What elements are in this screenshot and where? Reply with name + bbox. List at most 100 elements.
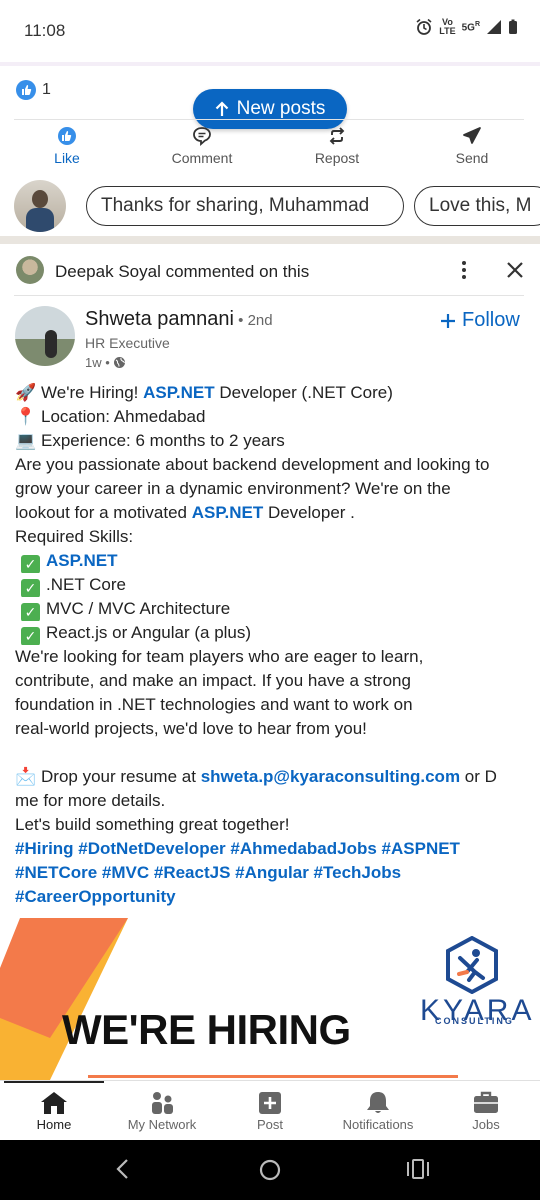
- send-label: Send: [455, 150, 489, 166]
- post-line: We're looking for team players who are e…: [15, 647, 424, 666]
- skill-line: ✓ .NET Core: [15, 573, 535, 597]
- briefcase-icon: [474, 1091, 498, 1113]
- nav-network-label: My Network: [127, 1117, 197, 1132]
- post-line: real-world projects, we'd love to hear f…: [15, 719, 367, 738]
- rocket-icon: 🚀: [15, 383, 37, 403]
- hashtag-link[interactable]: ASP.NET: [143, 383, 215, 402]
- nav-jobs[interactable]: Jobs: [432, 1091, 540, 1132]
- banner-accent-bar: [88, 1075, 458, 1078]
- home-circle-icon[interactable]: [258, 1158, 282, 1182]
- post-line: grow your career in a dynamic environmen…: [15, 479, 451, 498]
- post-author: Shweta pamnani • 2nd HR Executive 1w • F…: [0, 306, 540, 372]
- post-time: 1w •: [85, 355, 126, 370]
- envelope-icon: 📩: [15, 767, 37, 787]
- reactions-summary[interactable]: 1: [16, 80, 51, 100]
- brand-subtitle: CONSULTING: [435, 1016, 514, 1026]
- home-icon: [41, 1092, 67, 1114]
- post-image[interactable]: WE'RE HIRING KYARA CONSULTING: [0, 918, 540, 1080]
- activity-text[interactable]: Deepak Soyal commented on this: [55, 262, 309, 282]
- reaction-count: 1: [42, 81, 51, 98]
- status-icons: Vo LTE 5GR: [415, 18, 518, 36]
- add-post-icon: [259, 1092, 281, 1114]
- globe-icon: [113, 357, 125, 368]
- back-icon[interactable]: [114, 1158, 130, 1180]
- feed-separator: [0, 236, 540, 244]
- follow-button[interactable]: Follow: [440, 309, 520, 332]
- comment-icon: [193, 127, 211, 146]
- like-icon: [58, 127, 76, 145]
- author-name-line[interactable]: Shweta pamnani • 2nd: [85, 308, 273, 331]
- author-avatar[interactable]: [15, 306, 75, 366]
- email-link[interactable]: shweta.p@kyaraconsulting.com: [201, 767, 460, 786]
- signal-icon: [487, 20, 501, 34]
- post-line: 📩 Drop your resume at shweta.p@kyaraconsu…: [15, 767, 497, 787]
- quick-reply-row: Thanks for sharing, Muhammad Love this, …: [0, 180, 540, 232]
- top-strip: [0, 62, 540, 66]
- like-button[interactable]: Like: [12, 126, 122, 166]
- hashtag-link[interactable]: ASP.NET: [192, 503, 264, 522]
- plus-icon: [441, 313, 455, 328]
- close-icon[interactable]: [506, 261, 524, 279]
- commenter-avatar[interactable]: [16, 256, 44, 284]
- like-label: Like: [54, 150, 80, 166]
- hashtag-line[interactable]: #CareerOpportunity: [15, 885, 535, 909]
- network-type: 5GR: [461, 20, 480, 34]
- nav-notifications[interactable]: Notifications: [324, 1091, 432, 1132]
- post-body[interactable]: 🚀 We're Hiring! ASP.NET Developer (.NET C…: [15, 381, 535, 909]
- nav-post-label: Post: [256, 1117, 283, 1132]
- post-actions: Like Comment Repost Send: [0, 126, 540, 174]
- send-icon: [463, 127, 481, 144]
- author-name: Shweta pamnani: [85, 308, 234, 330]
- author-title: HR Executive: [85, 335, 170, 351]
- nav-home-label: Home: [36, 1117, 72, 1132]
- comment-label: Comment: [171, 150, 233, 166]
- skill-line: ✓ ASP.NET: [15, 549, 535, 573]
- alarm-icon: [416, 18, 432, 35]
- battery-icon: [509, 19, 517, 34]
- post-line: contribute, and make an impact. If you h…: [15, 671, 411, 690]
- checkmark-icon: ✓: [21, 555, 40, 573]
- bottom-navigation: Home My Network Post Notifications Jobs: [0, 1080, 540, 1140]
- hashtag-link[interactable]: ASP.NET: [46, 551, 118, 570]
- nav-post[interactable]: Post: [216, 1091, 324, 1132]
- nav-notifications-label: Notifications: [342, 1117, 414, 1132]
- post-line: Required Skills:: [15, 527, 134, 546]
- hashtag-line[interactable]: #NETCore #MVC #ReactJS #Angular #TechJob…: [15, 861, 535, 885]
- nav-my-network[interactable]: My Network: [108, 1091, 216, 1132]
- divider: [14, 295, 524, 296]
- active-tab-indicator: [4, 1081, 104, 1083]
- send-button[interactable]: Send: [417, 126, 527, 166]
- pin-icon: 📍: [15, 407, 37, 427]
- system-navigation-bar: [0, 1140, 540, 1200]
- post-line: 📍 Location: Ahmedabad: [15, 407, 206, 427]
- repost-label: Repost: [314, 150, 360, 166]
- post-line: me for more details.: [15, 791, 166, 810]
- quick-reply-chip[interactable]: Thanks for sharing, Muhammad: [86, 186, 404, 226]
- follow-label: Follow: [462, 309, 520, 331]
- comment-button[interactable]: Comment: [147, 126, 257, 166]
- skill-line: ✓ React.js or Angular (a plus): [15, 621, 535, 645]
- nav-jobs-label: Jobs: [472, 1117, 500, 1132]
- nav-home[interactable]: Home: [0, 1091, 108, 1132]
- status-bar: 11:08 Vo LTE 5GR: [0, 0, 540, 62]
- post-line: Let's build something great together!: [15, 815, 290, 834]
- quick-reply-chip[interactable]: Love this, M: [414, 186, 540, 226]
- divider: [14, 119, 524, 120]
- hashtag-line[interactable]: #Hiring #DotNetDeveloper #AhmedabadJobs …: [15, 837, 535, 861]
- checkmark-icon: ✓: [21, 579, 40, 597]
- activity-header: Deepak Soyal commented on this: [0, 254, 540, 288]
- post-line: Are you passionate about backend develop…: [15, 455, 490, 474]
- current-user-avatar[interactable]: [14, 180, 66, 232]
- more-options-icon[interactable]: [456, 260, 472, 280]
- new-posts-label: New posts: [236, 98, 326, 119]
- new-posts-button[interactable]: New posts: [193, 89, 347, 129]
- repost-button[interactable]: Repost: [282, 126, 392, 166]
- recent-apps-icon[interactable]: [406, 1158, 430, 1180]
- skill-line: ✓ MVC / MVC Architecture: [15, 597, 535, 621]
- kyara-logo-icon: [446, 936, 498, 994]
- bell-icon: [367, 1092, 389, 1113]
- repost-icon: [329, 127, 345, 145]
- banner-title: WE'RE HIRING: [62, 1006, 351, 1053]
- volte-indicator: Vo LTE: [439, 17, 456, 36]
